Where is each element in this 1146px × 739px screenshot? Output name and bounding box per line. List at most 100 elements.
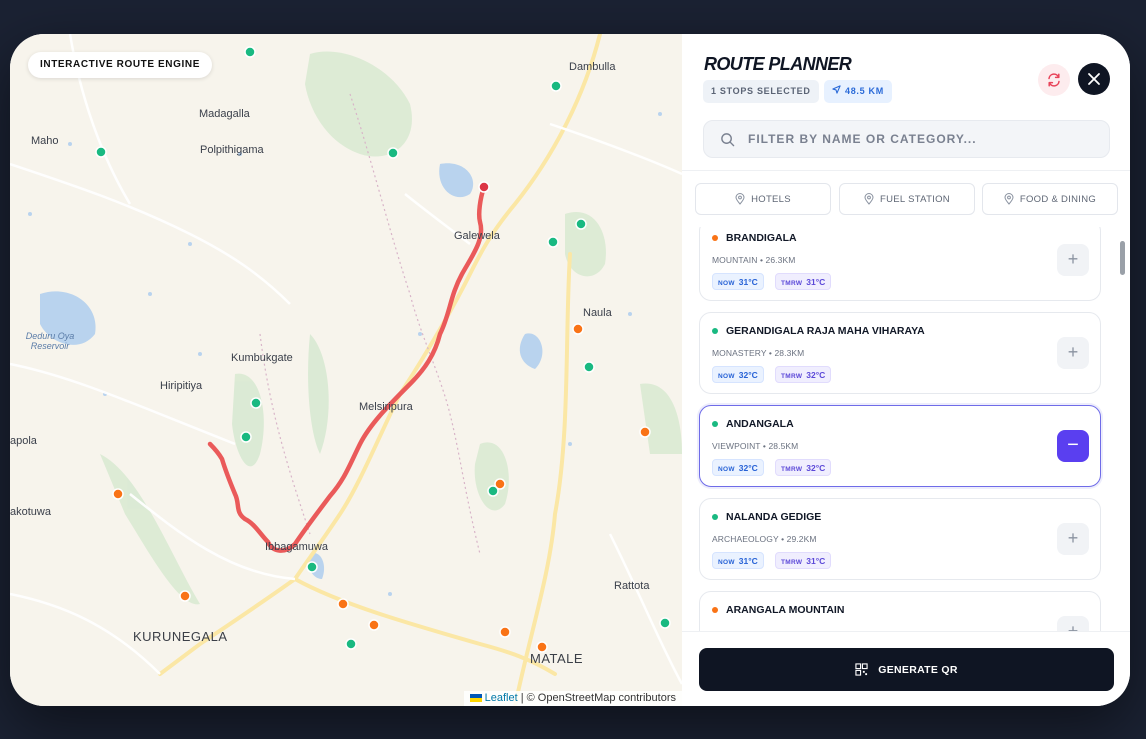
map-mode-badge: INTERACTIVE ROUTE ENGINE: [28, 52, 212, 78]
close-icon: [1088, 73, 1100, 85]
map-view[interactable]: Dambulla Maho Madagalla Polpithigama Gal…: [10, 34, 682, 706]
refresh-icon: [1048, 73, 1060, 87]
poi-marker: [659, 617, 671, 629]
place-label: Maho: [31, 135, 59, 147]
poi-marker: [244, 46, 256, 58]
poi-name: GERANDIGALA RAJA MAHA VIHARAYA: [726, 325, 925, 337]
search-input[interactable]: [748, 121, 1098, 157]
poi-marker: [250, 397, 262, 409]
category-label: FOOD & DINING: [1019, 193, 1097, 205]
category-label: HOTELS: [751, 193, 791, 205]
generate-qr-button[interactable]: GENERATE QR: [699, 648, 1114, 691]
location-pin-icon: [735, 193, 745, 205]
poi-meta: MOUNTAIN • 26.3KM: [712, 255, 796, 265]
category-dot: [712, 514, 718, 520]
poi-marker: [112, 488, 124, 500]
reset-route-button[interactable]: [1038, 64, 1070, 96]
add-stop-button[interactable]: +: [1057, 523, 1089, 555]
poi-marker: [550, 80, 562, 92]
list-scrollbar[interactable]: [1120, 241, 1125, 275]
ukraine-flag-icon: [469, 694, 482, 702]
place-label: akotuwa: [10, 506, 51, 518]
place-label: Melsiripura: [359, 401, 413, 413]
poi-marker: [306, 561, 318, 573]
remove-stop-button[interactable]: −: [1057, 430, 1089, 462]
city-label: MATALE: [530, 651, 584, 666]
weather-tomorrow-badge: TMRW 32°C: [775, 366, 832, 383]
add-stop-button[interactable]: +: [1057, 616, 1089, 631]
poi-name: ANDANGALA: [726, 418, 794, 430]
divider: [682, 170, 1130, 171]
weather-now-badge: NOW 32°C: [712, 366, 764, 383]
footer-divider: [682, 631, 1130, 632]
add-stop-button[interactable]: +: [1057, 244, 1089, 276]
place-label: apola: [10, 435, 37, 447]
location-pin-icon: [1004, 193, 1014, 205]
category-dot: [712, 607, 718, 613]
add-stop-button[interactable]: +: [1057, 337, 1089, 369]
category-dot: [712, 421, 718, 427]
poi-marker: [487, 485, 499, 497]
poi-marker: [387, 147, 399, 159]
qr-code-icon: [855, 663, 868, 676]
distance-value: 48.5 KM: [845, 86, 884, 96]
poi-card[interactable]: GERANDIGALA RAJA MAHA VIHARAYA MONASTERY…: [699, 312, 1101, 394]
map-attribution: Leaflet | © OpenStreetMap contributors: [463, 691, 682, 706]
category-fuel-station-button[interactable]: FUEL STATION: [839, 183, 975, 215]
place-label: Naula: [583, 307, 612, 319]
poi-marker: [179, 590, 191, 602]
panel-title: ROUTE PLANNER: [704, 54, 852, 74]
weather-now-badge: NOW 31°C: [712, 552, 764, 569]
map-canvas[interactable]: [10, 34, 682, 706]
attribution-text: | © OpenStreetMap contributors: [520, 692, 676, 704]
route-planner-panel: ROUTE PLANNER 1 STOPS SELECTED 48.5 KM F…: [682, 34, 1130, 706]
weather-tomorrow-badge: TMRW 31°C: [775, 273, 832, 290]
poi-card[interactable]: BRANDIGALA MOUNTAIN • 26.3KM NOW 31°C TMR…: [699, 227, 1101, 301]
reservoir-label: Deduru Oya Reservoir: [25, 331, 75, 351]
generate-qr-label: GENERATE QR: [878, 663, 958, 676]
stops-selected-chip: 1 STOPS SELECTED: [703, 80, 819, 103]
poi-marker: [639, 426, 651, 438]
category-dot: [712, 328, 718, 334]
route-planner-modal: Dambulla Maho Madagalla Polpithigama Gal…: [10, 34, 1130, 706]
poi-marker: [345, 638, 357, 650]
place-label: Madagalla: [199, 108, 250, 120]
weather-tomorrow-badge: TMRW 32°C: [775, 459, 832, 476]
search-icon: [721, 133, 735, 147]
poi-card[interactable]: NALANDA GEDIGE ARCHAEOLOGY • 29.2KM NOW 3…: [699, 498, 1101, 580]
route-start-marker: [478, 181, 490, 193]
poi-name: NALANDA GEDIGE: [726, 511, 822, 523]
navigation-arrow-icon: [832, 80, 841, 103]
poi-name: BRANDIGALA: [726, 232, 797, 244]
weather-now-badge: NOW 31°C: [712, 273, 764, 290]
search-field[interactable]: [703, 120, 1110, 158]
poi-list[interactable]: BRANDIGALA MOUNTAIN • 26.3KM NOW 31°C TMR…: [682, 227, 1130, 631]
place-label: Rattota: [614, 580, 650, 592]
place-label: Galewela: [454, 230, 500, 242]
category-dot: [712, 235, 718, 241]
weather-now-badge: NOW 32°C: [712, 459, 764, 476]
location-pin-icon: [864, 193, 874, 205]
leaflet-link[interactable]: Leaflet: [485, 692, 518, 704]
poi-name: ARANGALA MOUNTAIN: [726, 604, 845, 616]
poi-marker: [337, 598, 349, 610]
poi-marker: [583, 361, 595, 373]
poi-marker: [575, 218, 587, 230]
poi-meta: MONASTERY • 28.3KM: [712, 348, 805, 358]
poi-card[interactable]: ARANGALA MOUNTAIN +: [699, 591, 1101, 631]
poi-marker: [499, 626, 511, 638]
poi-meta: VIEWPOINT • 28.5KM: [712, 441, 799, 451]
poi-marker: [95, 146, 107, 158]
distance-chip: 48.5 KM: [824, 80, 892, 103]
category-hotels-button[interactable]: HOTELS: [695, 183, 831, 215]
place-label: Ibbagamuwa: [265, 541, 328, 553]
poi-marker: [572, 323, 584, 335]
category-food-dining-button[interactable]: FOOD & DINING: [982, 183, 1118, 215]
poi-card-selected[interactable]: ANDANGALA VIEWPOINT • 28.5KM NOW 32°C TMR…: [699, 405, 1101, 487]
place-label: Hiripitiya: [160, 380, 203, 392]
poi-marker: [240, 431, 252, 443]
close-button[interactable]: [1078, 63, 1110, 95]
category-label: FUEL STATION: [880, 193, 950, 205]
place-label: Dambulla: [569, 61, 616, 73]
poi-meta: ARCHAEOLOGY • 29.2KM: [712, 534, 817, 544]
